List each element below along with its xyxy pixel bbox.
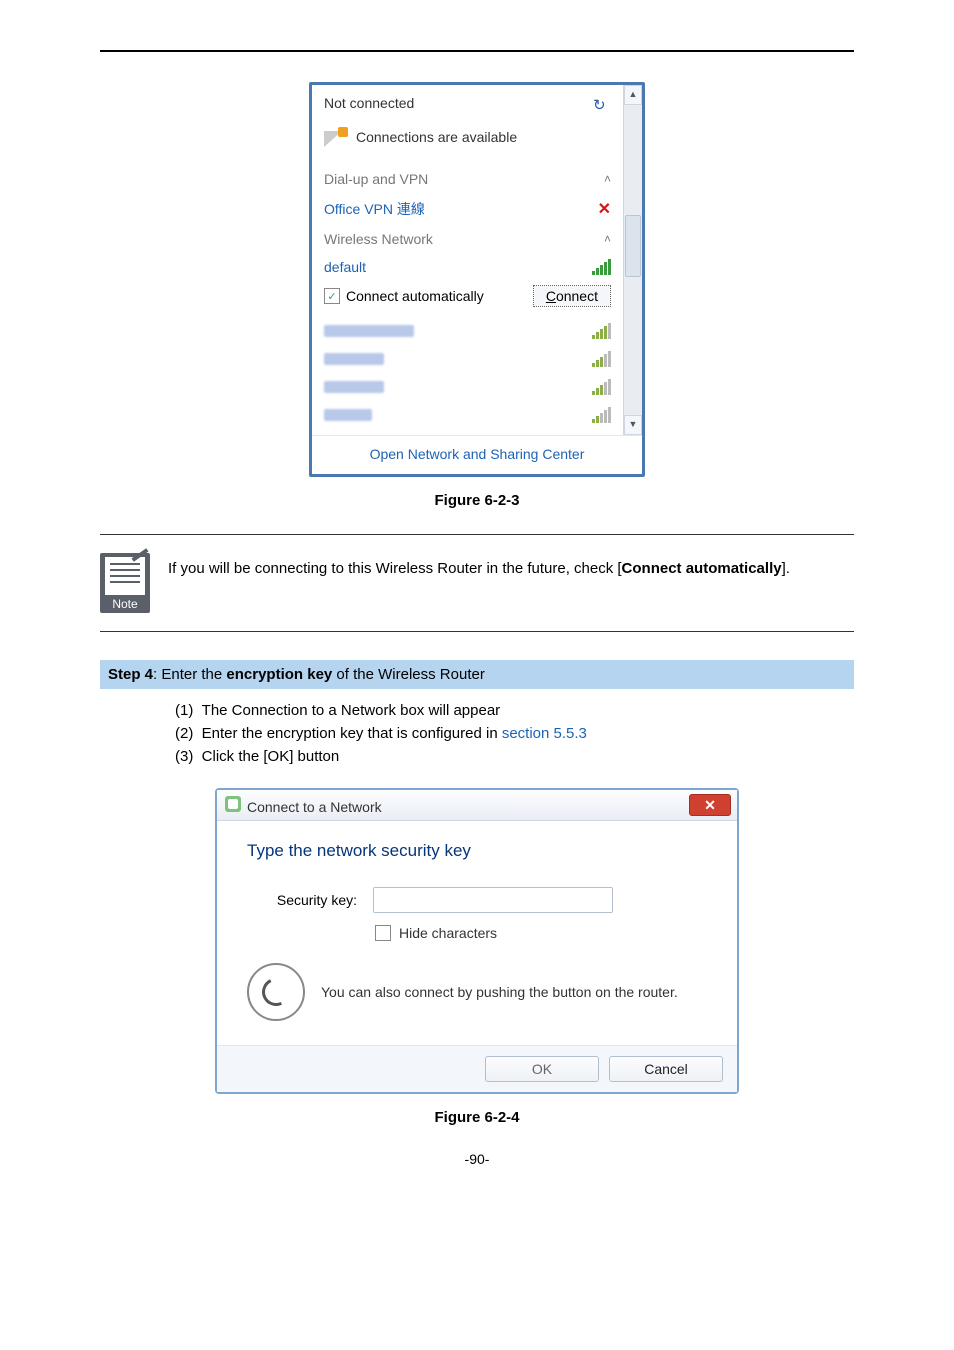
figure-caption: Figure 6-2-4 bbox=[100, 1109, 854, 1126]
hide-characters-checkbox[interactable] bbox=[375, 925, 391, 941]
dialup-section-label: Dial-up and VPN bbox=[324, 171, 428, 187]
auto-connect-label: Connect automatically bbox=[346, 288, 484, 304]
obscured-network-name[interactable] bbox=[324, 381, 384, 393]
status-text: Not connected bbox=[324, 95, 414, 111]
signal-icon bbox=[592, 351, 611, 367]
cancel-button[interactable]: Cancel bbox=[609, 1056, 723, 1082]
router-hint-text: You can also connect by pushing the butt… bbox=[321, 984, 678, 1000]
connect-network-dialog: Connect to a Network ✕ Type the network … bbox=[215, 788, 739, 1094]
chevron-up-icon[interactable]: ˄ bbox=[604, 172, 611, 186]
chevron-up-icon[interactable]: ˄ bbox=[604, 232, 611, 246]
signal-icon bbox=[592, 259, 611, 275]
security-key-input[interactable] bbox=[373, 887, 613, 913]
network-item-default[interactable]: default bbox=[324, 259, 366, 275]
section-xref-link[interactable]: section 5.5.3 bbox=[502, 725, 587, 742]
step-item: (3) Click the [OK] button bbox=[175, 745, 854, 768]
figure-caption: Figure 6-2-3 bbox=[100, 492, 854, 509]
dialog-heading: Type the network security key bbox=[247, 841, 707, 861]
obscured-network-name[interactable] bbox=[324, 409, 372, 421]
close-icon[interactable]: ✕ bbox=[598, 199, 611, 219]
page-number: -90- bbox=[100, 1151, 854, 1167]
obscured-network-name[interactable] bbox=[324, 325, 414, 337]
connections-available-text: Connections are available bbox=[356, 129, 517, 145]
close-button[interactable]: ✕ bbox=[689, 794, 731, 816]
note-box: Note If you will be connecting to this W… bbox=[100, 534, 854, 632]
dialog-icon bbox=[225, 796, 241, 812]
ok-button[interactable]: OK bbox=[485, 1056, 599, 1082]
step-heading: Step 4: Enter the encryption key of the … bbox=[100, 660, 854, 689]
scroll-thumb[interactable] bbox=[625, 215, 641, 277]
dialog-title: Connect to a Network bbox=[247, 799, 382, 815]
wireless-section-label: Wireless Network bbox=[324, 231, 433, 247]
note-icon: Note bbox=[100, 553, 150, 613]
open-network-center-link[interactable]: Open Network and Sharing Center bbox=[312, 435, 642, 474]
step-item: (2) Enter the encryption key that is con… bbox=[175, 722, 854, 745]
signal-icon bbox=[592, 323, 611, 339]
scroll-down-button[interactable]: ▼ bbox=[624, 415, 642, 435]
step-item: (1) The Connection to a Network box will… bbox=[175, 699, 854, 722]
hide-characters-label: Hide characters bbox=[399, 925, 497, 941]
scroll-up-button[interactable]: ▲ bbox=[624, 85, 642, 105]
scrollbar[interactable]: ▲ ▼ bbox=[623, 85, 642, 435]
connect-button[interactable]: Connect bbox=[533, 285, 611, 307]
security-key-label: Security key: bbox=[247, 892, 357, 908]
signal-sun-icon bbox=[324, 127, 348, 147]
auto-connect-checkbox[interactable]: ✓ bbox=[324, 288, 340, 304]
obscured-network-name[interactable] bbox=[324, 353, 384, 365]
wifi-flyout: Not connected Connections are available … bbox=[309, 82, 645, 477]
refresh-icon[interactable] bbox=[593, 96, 611, 110]
wps-icon bbox=[247, 963, 305, 1021]
signal-icon bbox=[592, 407, 611, 423]
signal-icon bbox=[592, 379, 611, 395]
vpn-item[interactable]: Office VPN 連線 bbox=[324, 199, 425, 219]
